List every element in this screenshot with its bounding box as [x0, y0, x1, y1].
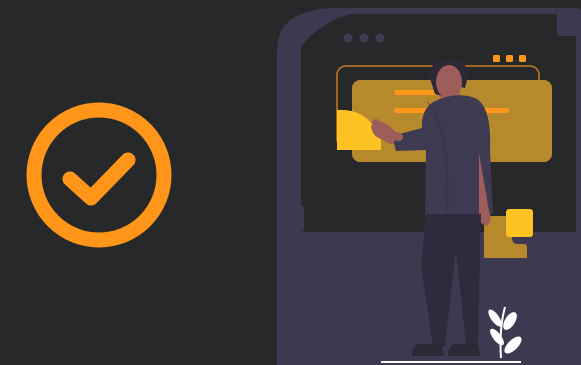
three-dots-icon — [343, 33, 385, 43]
success-screen — [0, 0, 581, 365]
floating-cards — [484, 209, 533, 258]
yellow-dots-icon — [493, 55, 526, 62]
team-member-illustration — [277, 8, 581, 365]
